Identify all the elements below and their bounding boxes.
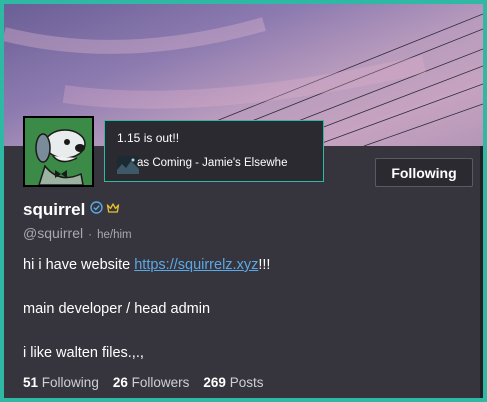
name-row: squirrel [23, 200, 120, 220]
followers-label: Followers [131, 375, 190, 390]
following-stat[interactable]: 51 Following [23, 375, 99, 390]
following-count: 51 [23, 375, 39, 390]
followers-count: 26 [112, 375, 128, 390]
display-name: squirrel [23, 200, 86, 219]
album-art-icon [117, 156, 139, 174]
avatar[interactable] [23, 116, 94, 187]
following-button[interactable]: Following [375, 158, 473, 187]
crown-icon[interactable] [106, 201, 120, 219]
bio-line-role: main developer / head admin [23, 301, 211, 317]
avatar-dog-cartoon-icon [25, 118, 92, 185]
status-text: 1.15 is out!! [117, 131, 180, 145]
posts-count: 269 [203, 375, 226, 390]
posts-label: Posts [229, 375, 264, 390]
bio-text-suffix: !!! [258, 257, 271, 273]
marquee-fade-right [287, 155, 317, 175]
pronouns: he/him [97, 229, 132, 241]
profile-stats: 51 Following 26 Followers 269 Posts [23, 375, 263, 390]
handle-row: @squirrel · he/him [23, 225, 132, 241]
now-playing-row[interactable]: as Coming - Jamie's Elsewhe [117, 155, 317, 175]
bio-line-interests: i like walten files.,., [23, 345, 144, 361]
status-tooltip: 1.15 is out!! as Coming - Jamie's Elsewh… [104, 120, 324, 182]
profile-card: 1.15 is out!! as Coming - Jamie's Elsewh… [0, 0, 487, 402]
now-playing-track: as Coming - Jamie's Elsewhe [137, 157, 288, 169]
bio-line-website: hi i have website https://squirrelz.xyz!… [23, 254, 270, 276]
verified-badge-icon[interactable] [90, 201, 104, 219]
website-link[interactable]: https://squirrelz.xyz [134, 257, 258, 273]
following-label: Following [41, 375, 99, 390]
posts-stat[interactable]: 269 Posts [203, 375, 263, 390]
followers-stat[interactable]: 26 Followers [113, 375, 190, 390]
bio-text: hi i have website [23, 257, 135, 273]
user-handle: @squirrel [23, 225, 84, 241]
handle-separator: · [88, 227, 93, 241]
